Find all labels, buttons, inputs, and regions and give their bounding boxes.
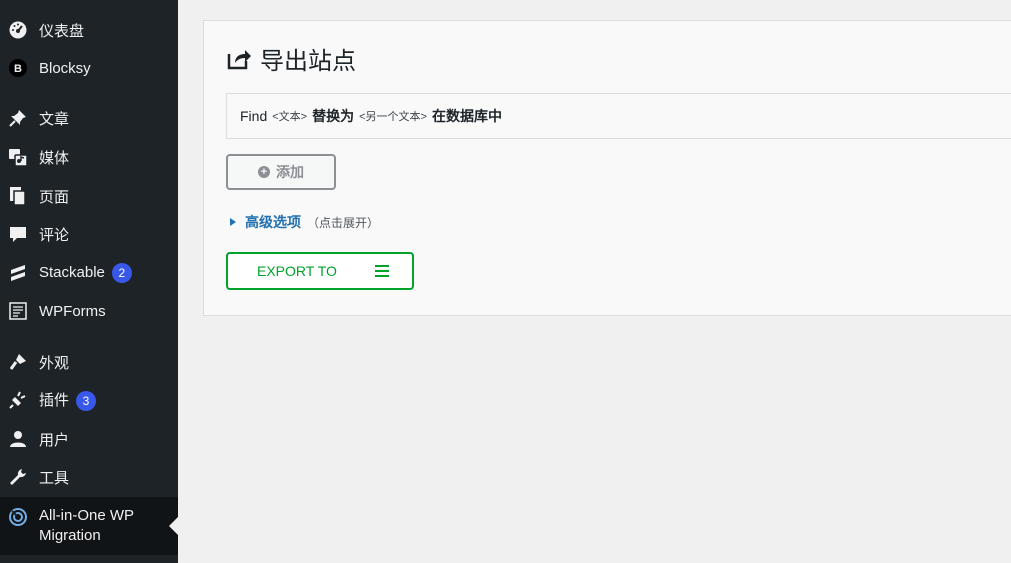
add-button[interactable]: + 添加 [226, 154, 336, 190]
blocksy-icon: B [8, 58, 28, 78]
media-icon [8, 147, 28, 167]
advanced-options-toggle[interactable]: 高级选项 （点击展开） [230, 212, 379, 232]
sidebar-item-label: 工具 [39, 469, 70, 487]
add-button-label: 添加 [276, 164, 304, 180]
in-database-label: 在数据库中 [431, 108, 502, 124]
migration-icon [8, 507, 28, 527]
sidebar-item-label: Stackable 2 [39, 263, 132, 283]
wrench-icon [8, 467, 28, 487]
sidebar-item-dashboard[interactable]: 仪表盘 [0, 20, 178, 40]
sidebar-item-stackable[interactable]: Stackable 2 [0, 263, 178, 283]
sidebar-item-plugins[interactable]: 插件 3 [0, 389, 178, 412]
brush-icon [8, 352, 28, 372]
sidebar-item-media[interactable]: 媒体 [0, 147, 178, 167]
sidebar-item-blocksy[interactable]: B Blocksy [0, 58, 178, 78]
menu-icon [375, 265, 389, 277]
sidebar-item-label: WPForms [39, 302, 106, 320]
sidebar-item-label: All-in-One WP Migration [39, 507, 134, 544]
sidebar-item-label: 媒体 [39, 149, 70, 167]
user-icon [8, 429, 28, 449]
sidebar-item-comments[interactable]: 评论 [0, 224, 178, 244]
sidebar-item-tools[interactable]: 工具 [0, 467, 178, 487]
update-count-badge: 2 [111, 263, 132, 283]
find-label: Find [240, 108, 268, 124]
sidebar-item-label: 评论 [39, 226, 70, 244]
sidebar-item-posts[interactable]: 文章 [0, 108, 178, 128]
stackable-icon [8, 263, 28, 283]
plus-circle-icon: + [258, 166, 270, 178]
page-title-text: 导出站点 [260, 48, 356, 75]
sidebar-item-label: 外观 [39, 354, 70, 372]
advanced-options-hint: （点击展开） [307, 215, 380, 230]
current-page-arrow [169, 517, 178, 535]
page-title: 导出站点 [226, 41, 356, 76]
replace-label: 替换为 [312, 108, 355, 124]
update-count-badge: 3 [76, 391, 97, 412]
sidebar-item-label: 插件 3 [39, 389, 97, 412]
pin-icon [8, 108, 28, 128]
wpforms-icon [8, 301, 28, 321]
svg-text:B: B [14, 63, 22, 75]
export-to-button[interactable]: EXPORT TO [226, 252, 414, 290]
export-to-label: EXPORT TO [257, 263, 337, 279]
comment-icon [8, 224, 28, 244]
dashboard-icon [8, 20, 28, 40]
sidebar-item-label: Blocksy [39, 59, 91, 77]
page-icon [8, 186, 28, 206]
caret-right-icon [230, 218, 236, 226]
sidebar-item-label: 用户 [39, 431, 70, 449]
export-panel: 导出站点 Find <文本> 替换为 <另一个文本> 在数据库中 + 添加 高级… [203, 20, 1011, 316]
sidebar-item-all-in-one-wp-migration[interactable]: All-in-One WP Migration [0, 497, 178, 555]
sidebar-item-appearance[interactable]: 外观 [0, 352, 178, 372]
find-replace-row[interactable]: Find <文本> 替换为 <另一个文本> 在数据库中 [226, 93, 1011, 139]
advanced-options-link[interactable]: 高级选项 [245, 212, 301, 232]
admin-sidebar: 仪表盘 B Blocksy 文章 媒体 页面 评论 Stackable 2 WP… [0, 0, 178, 563]
plugin-icon [8, 390, 28, 410]
sidebar-item-pages[interactable]: 页面 [0, 186, 178, 206]
find-text-field[interactable]: <文本> [272, 108, 307, 124]
sidebar-item-wpforms[interactable]: WPForms [0, 301, 178, 321]
share-export-icon [226, 46, 252, 72]
sidebar-item-label: 页面 [39, 188, 70, 206]
replace-text-field[interactable]: <另一个文本> [359, 108, 427, 124]
sidebar-item-users[interactable]: 用户 [0, 429, 178, 449]
sidebar-item-label: 文章 [39, 110, 70, 128]
sidebar-item-label: 仪表盘 [39, 22, 85, 40]
